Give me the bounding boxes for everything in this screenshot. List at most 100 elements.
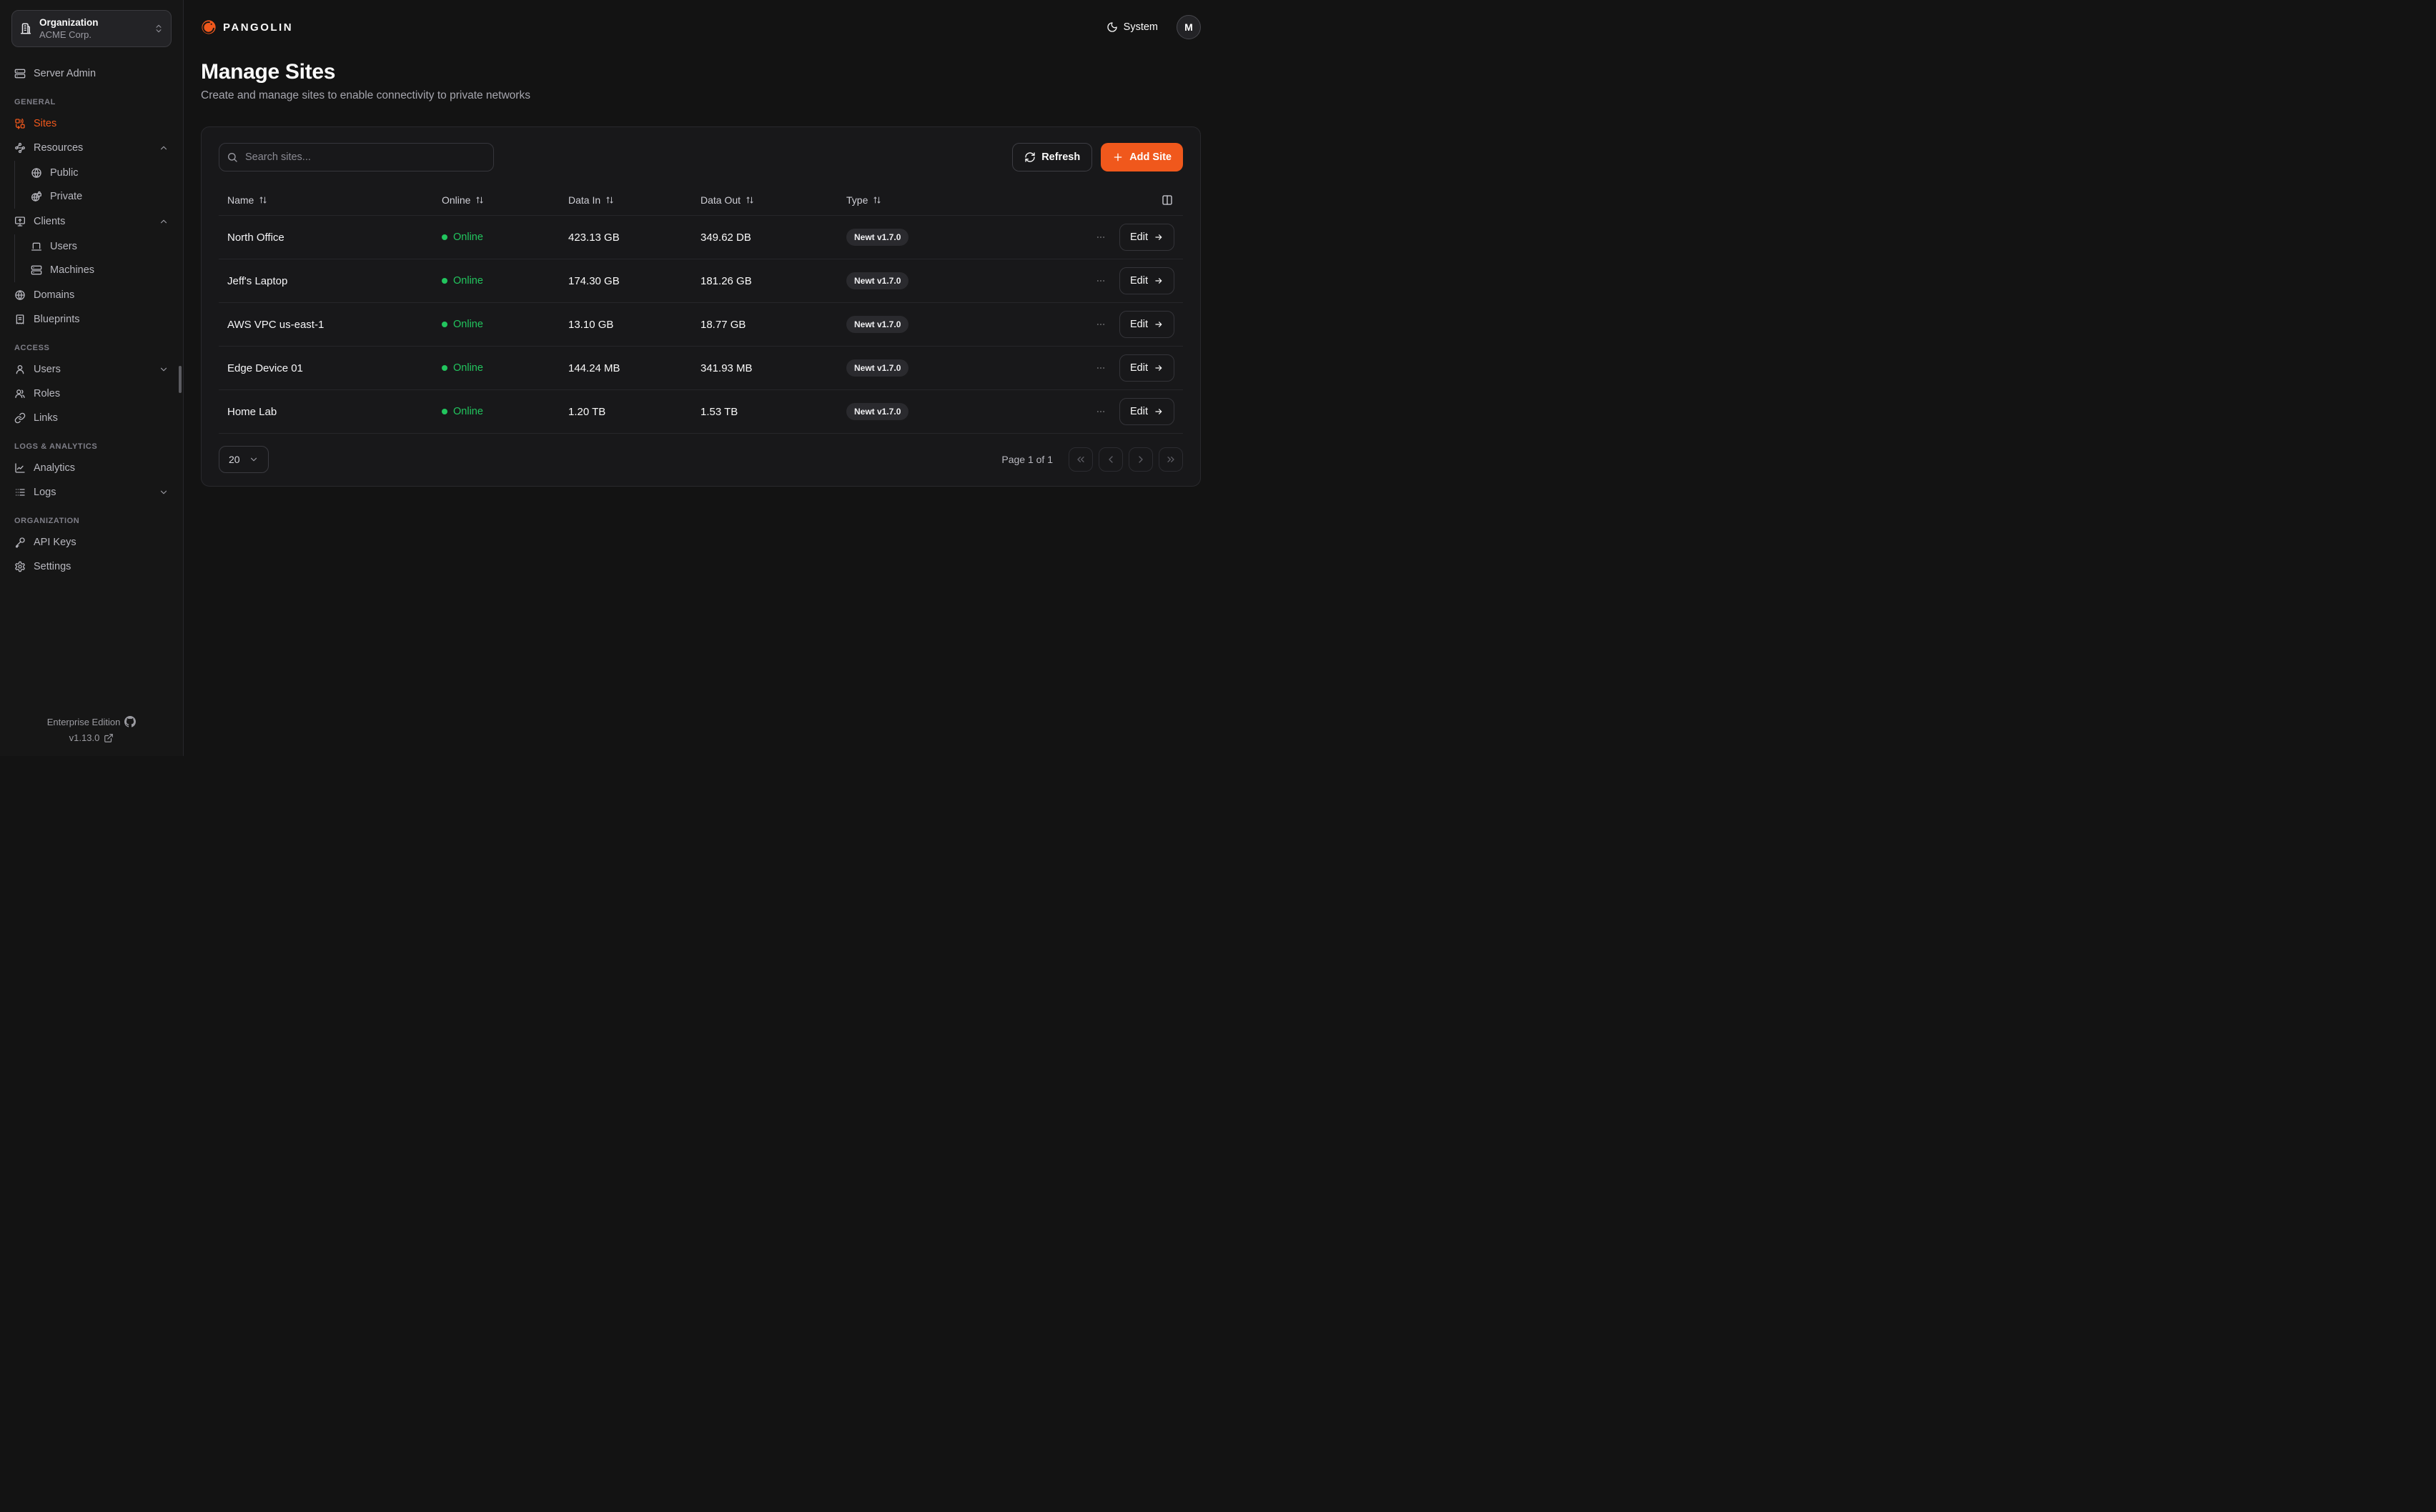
edit-site-button[interactable]: Edit — [1119, 267, 1174, 294]
sites-toolbar: Refresh Add Site — [219, 143, 1183, 171]
topbar: PANGOLIN System M — [201, 14, 1201, 40]
online-status-dot — [442, 409, 447, 414]
external-link-icon[interactable] — [104, 733, 114, 743]
sidebar-item-analytics[interactable]: Analytics — [11, 457, 172, 479]
sidebar-item-resources[interactable]: Resources — [11, 136, 172, 159]
sidebar-item-roles[interactable]: Roles — [11, 382, 172, 405]
edit-label: Edit — [1130, 406, 1148, 417]
page-size-select[interactable]: 20 — [219, 446, 269, 473]
edit-label: Edit — [1130, 319, 1148, 330]
add-site-label: Add Site — [1129, 151, 1172, 163]
table-row-edge-device-01: Edge Device 01Online144.24 MB341.93 MBNe… — [219, 347, 1183, 390]
sidebar-item-label: Sites — [34, 118, 169, 129]
github-icon[interactable] — [124, 716, 136, 727]
column-label: Name — [227, 194, 254, 206]
row-menu-button[interactable] — [1093, 317, 1109, 332]
edit-site-button[interactable]: Edit — [1119, 224, 1174, 251]
sidebar-item-clients[interactable]: Clients — [11, 210, 172, 233]
sidebar-item-machines[interactable]: Machines — [31, 259, 172, 282]
site-status: Online — [433, 406, 560, 417]
column-header-online[interactable]: Online — [433, 194, 560, 206]
sidebar-item-users[interactable]: Users — [31, 235, 172, 258]
ellipsis-icon — [1096, 407, 1106, 417]
site-data-in: 13.10 GB — [560, 319, 692, 331]
version-label: v1.13.0 — [69, 732, 100, 743]
site-name: Home Lab — [219, 406, 433, 418]
sidebar-item-settings[interactable]: Settings — [11, 555, 172, 578]
chevron-right-icon — [1135, 454, 1147, 465]
column-header-data-in[interactable]: Data In — [560, 194, 692, 206]
add-site-button[interactable]: Add Site — [1101, 143, 1183, 171]
sidebar-item-domains[interactable]: Domains — [11, 284, 172, 307]
column-header-actions — [1076, 193, 1183, 207]
sidebar-item-label: Users — [50, 241, 169, 252]
key-icon — [14, 537, 26, 548]
brand-name: PANGOLIN — [223, 21, 293, 34]
sidebar-item-api-keys[interactable]: API Keys — [11, 531, 172, 554]
row-menu-button[interactable] — [1093, 229, 1109, 245]
edit-site-button[interactable]: Edit — [1119, 398, 1174, 425]
sidebar-item-logs[interactable]: Logs — [11, 481, 172, 504]
prev-page-button[interactable] — [1099, 447, 1123, 472]
sidebar-item-sites[interactable]: Sites — [11, 112, 172, 135]
refresh-button[interactable]: Refresh — [1012, 143, 1092, 171]
sidebar-section-label-organization: ORGANIZATION — [11, 517, 172, 525]
row-menu-button[interactable] — [1093, 273, 1109, 289]
row-menu-button[interactable] — [1093, 360, 1109, 376]
chart-line-icon — [14, 462, 26, 474]
building-icon — [19, 22, 32, 35]
column-label: Data Out — [700, 194, 741, 206]
next-page-button[interactable] — [1129, 447, 1153, 472]
sidebar-item-blueprints[interactable]: Blueprints — [11, 308, 172, 331]
column-header-type[interactable]: Type — [838, 194, 1076, 206]
column-header-name[interactable]: Name — [219, 194, 433, 206]
online-status-dot — [442, 322, 447, 327]
sidebar-item-private[interactable]: Private — [31, 185, 172, 208]
sidebar-item-label: Resources — [34, 142, 151, 154]
page-title: Manage Sites — [201, 60, 1201, 84]
sidebar-item-links[interactable]: Links — [11, 407, 172, 429]
avatar[interactable]: M — [1177, 15, 1201, 39]
type-badge: Newt v1.7.0 — [846, 229, 908, 246]
site-type: Newt v1.7.0 — [838, 229, 1076, 246]
server-icon — [14, 68, 26, 79]
site-type: Newt v1.7.0 — [838, 403, 1076, 420]
sort-icon — [873, 196, 881, 204]
org-text: Organization ACME Corp. — [39, 16, 147, 41]
table-body: North OfficeOnline423.13 GB349.62 DBNewt… — [219, 216, 1183, 434]
users-icon — [14, 388, 26, 399]
site-status: Online — [433, 275, 560, 287]
site-name: North Office — [219, 232, 433, 244]
receipt-icon — [14, 314, 26, 325]
toolbar-actions: Refresh Add Site — [1012, 143, 1183, 171]
page-info: Page 1 of 1 — [1001, 454, 1053, 465]
sidebar-item-users[interactable]: Users — [11, 358, 172, 381]
chevrons-right-icon — [1165, 454, 1177, 465]
edit-site-button[interactable]: Edit — [1119, 354, 1174, 382]
search-input[interactable] — [219, 143, 494, 171]
avatar-initial: M — [1184, 21, 1193, 33]
row-menu-button[interactable] — [1093, 404, 1109, 419]
edit-site-button[interactable]: Edit — [1119, 311, 1174, 338]
sidebar-item-public[interactable]: Public — [31, 161, 172, 184]
org-selector[interactable]: Organization ACME Corp. — [11, 10, 172, 47]
sidebar-section-label-access: ACCESS — [11, 344, 172, 352]
type-badge: Newt v1.7.0 — [846, 316, 908, 333]
sidebar-item-server-admin[interactable]: Server Admin — [11, 62, 172, 85]
chevron-down-icon — [159, 487, 169, 497]
brand-logo: PANGOLIN — [201, 19, 293, 35]
toggle-columns-button[interactable] — [1160, 193, 1174, 207]
column-header-data-out[interactable]: Data Out — [692, 194, 838, 206]
site-name: Jeff's Laptop — [219, 275, 433, 287]
site-data-out: 349.62 DB — [692, 232, 838, 244]
last-page-button[interactable] — [1159, 447, 1183, 472]
site-status: Online — [433, 362, 560, 374]
first-page-button[interactable] — [1069, 447, 1093, 472]
sidebar-footer: Enterprise Edition v1.13.0 — [11, 716, 172, 746]
sidebar-subgroup: Users Machines — [14, 234, 172, 282]
edit-label: Edit — [1130, 275, 1148, 287]
app-root: Organization ACME Corp. Server AdminGENE… — [0, 0, 1218, 756]
arrow-right-icon — [1154, 276, 1164, 286]
theme-toggle[interactable]: System — [1102, 21, 1162, 34]
sidebar-scrollbar-thumb[interactable] — [179, 366, 182, 393]
